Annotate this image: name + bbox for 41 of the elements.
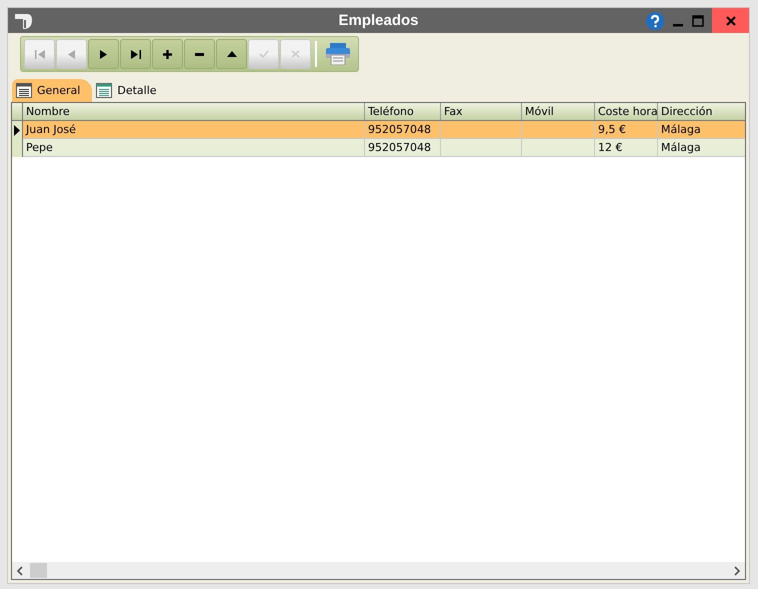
close-icon bbox=[726, 16, 736, 26]
maximize-icon[interactable] bbox=[692, 14, 704, 26]
tab[interactable]: General bbox=[12, 79, 92, 102]
table-cell: 12 € bbox=[595, 139, 658, 157]
printer-icon bbox=[326, 43, 350, 65]
table-row[interactable]: Pepe 952057048 12 € Málaga bbox=[12, 139, 745, 157]
remove-button[interactable] bbox=[184, 39, 215, 69]
help-icon[interactable] bbox=[646, 12, 664, 30]
column-header[interactable]: Teléfono bbox=[365, 103, 441, 120]
scroll-right-icon[interactable] bbox=[733, 566, 741, 576]
last-record-icon bbox=[130, 50, 140, 58]
table-row[interactable]: Juan José 952057048 9,5 € Málaga bbox=[12, 121, 745, 139]
row-pointer-icon bbox=[14, 124, 20, 136]
list-icon bbox=[16, 83, 32, 98]
column-header[interactable]: Fax bbox=[441, 103, 522, 120]
up-arrow-icon bbox=[226, 51, 236, 57]
column-header[interactable]: Móvil bbox=[522, 103, 595, 120]
checkmark-icon bbox=[258, 50, 268, 58]
next-button[interactable] bbox=[88, 39, 119, 69]
up-button[interactable] bbox=[216, 39, 247, 69]
scroll-thumb[interactable] bbox=[30, 563, 47, 578]
play-icon bbox=[100, 50, 107, 58]
list-icon bbox=[96, 83, 112, 98]
column-header[interactable]: Dirección bbox=[658, 103, 745, 120]
column-header[interactable]: Coste hora bbox=[595, 103, 658, 120]
add-button[interactable] bbox=[152, 39, 183, 69]
minus-icon bbox=[195, 52, 204, 56]
x-icon bbox=[291, 50, 300, 58]
table-cell: Málaga bbox=[658, 139, 745, 157]
plus-icon bbox=[163, 50, 172, 58]
table-cell: 952057048 bbox=[365, 139, 441, 157]
previous-icon bbox=[68, 50, 75, 58]
column-header[interactable]: Nombre bbox=[23, 103, 365, 120]
row-header[interactable] bbox=[12, 121, 23, 139]
table-cell: Pepe bbox=[23, 139, 365, 157]
first-record-icon bbox=[34, 50, 44, 58]
last-button[interactable] bbox=[120, 39, 151, 69]
scroll-left-icon[interactable] bbox=[16, 566, 24, 576]
tab[interactable]: Detalle bbox=[92, 79, 169, 102]
close-button[interactable] bbox=[712, 8, 749, 33]
window-title: Empleados bbox=[338, 12, 419, 29]
